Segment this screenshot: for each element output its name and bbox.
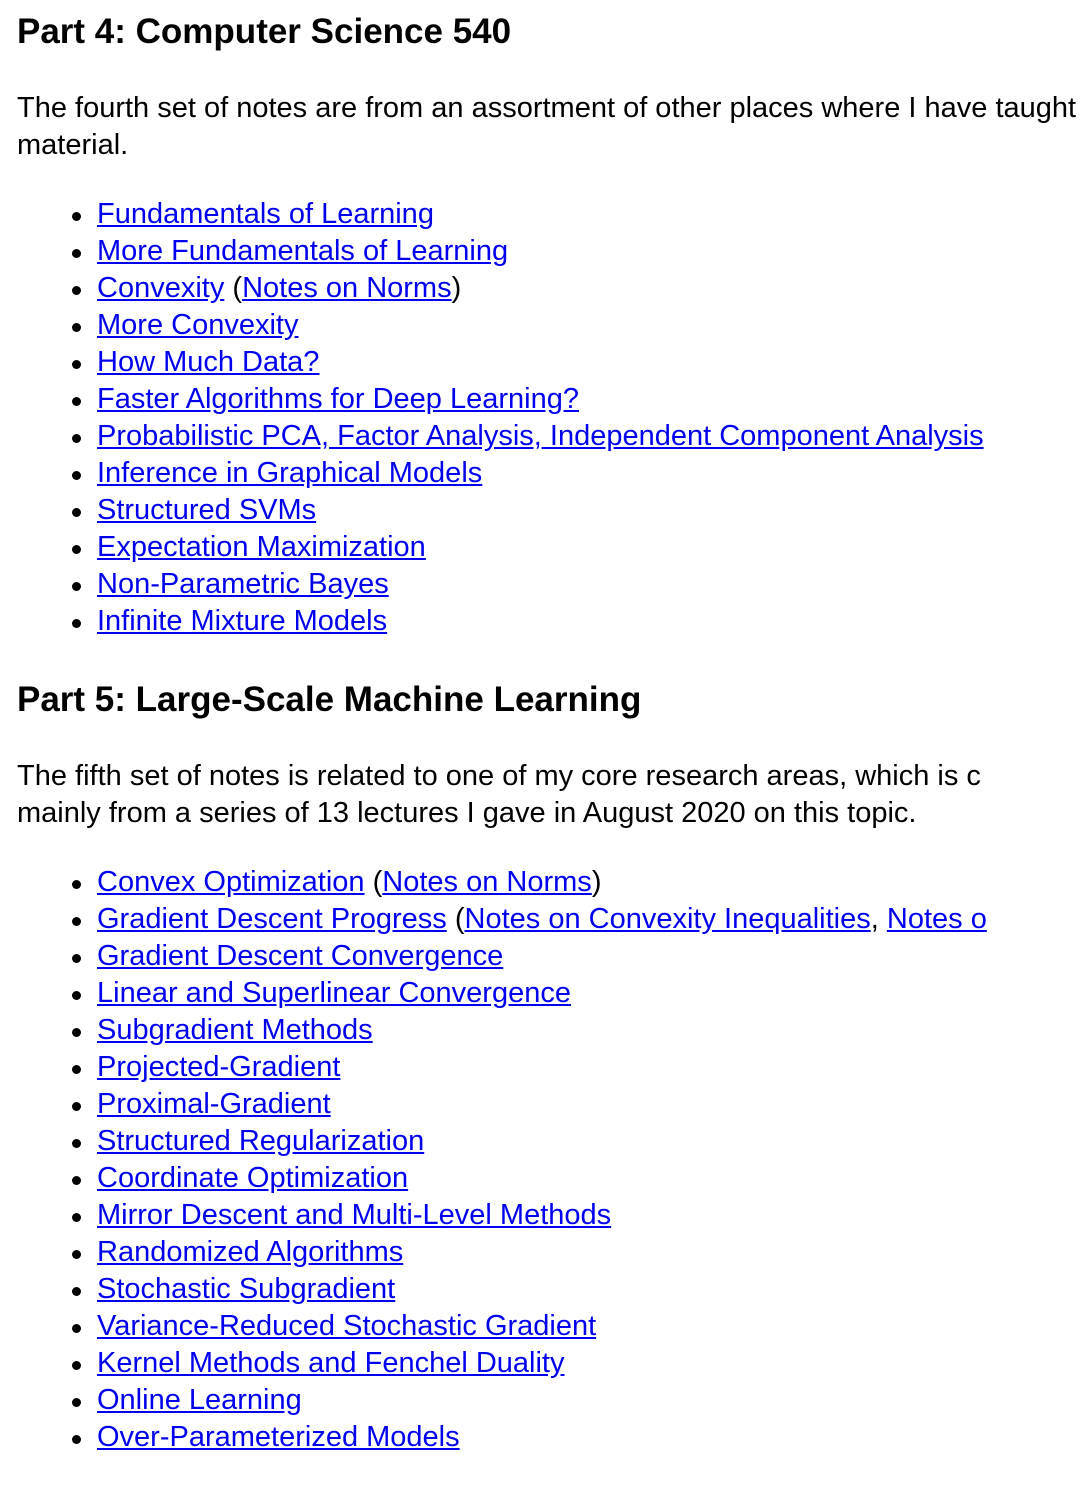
lecture-link[interactable]: Variance-Reduced Stochastic Gradient: [97, 1310, 596, 1342]
list-item: Expectation Maximization: [72, 529, 984, 566]
supplementary-notes-link[interactable]: Notes on Norms: [382, 866, 592, 898]
lecture-link[interactable]: Convexity: [97, 272, 224, 304]
lecture-link[interactable]: Non-Parametric Bayes: [97, 568, 389, 600]
part5-intro: The fifth set of notes is related to one…: [17, 758, 1080, 832]
lecture-link[interactable]: Structured SVMs: [97, 494, 316, 526]
list-item: Infinite Mixture Models: [72, 603, 984, 640]
lecture-link[interactable]: Infinite Mixture Models: [97, 605, 387, 637]
supplementary-notes-link[interactable]: Notes on Norms: [242, 272, 452, 304]
lecture-link[interactable]: Randomized Algorithms: [97, 1236, 403, 1268]
part5-heading: Part 5: Large-Scale Machine Learning: [17, 680, 642, 719]
list-item: How Much Data?: [72, 344, 984, 381]
lecture-link[interactable]: Linear and Superlinear Convergence: [97, 977, 571, 1009]
lecture-link[interactable]: Over-Parameterized Models: [97, 1421, 460, 1453]
lecture-link[interactable]: Inference in Graphical Models: [97, 457, 482, 489]
list-item: Proximal-Gradient: [72, 1086, 987, 1123]
list-item: Online Learning: [72, 1382, 987, 1419]
lecture-link[interactable]: Gradient Descent Convergence: [97, 940, 503, 972]
supplementary-notes-link[interactable]: Notes o: [887, 903, 987, 935]
lecture-link[interactable]: Subgradient Methods: [97, 1014, 373, 1046]
lecture-link[interactable]: Convex Optimization: [97, 866, 365, 898]
list-item: Convexity (Notes on Norms): [72, 270, 984, 307]
part5-notes-list: Convex Optimization (Notes on Norms) Grad…: [17, 864, 987, 1456]
list-item: Convex Optimization (Notes on Norms): [72, 864, 987, 901]
close-paren: ): [451, 272, 462, 304]
list-item: Over-Parameterized Models: [72, 1419, 987, 1456]
part4-notes-list: Fundamentals of Learning More Fundamental…: [17, 196, 984, 640]
lecture-link[interactable]: More Convexity: [97, 309, 298, 341]
lecture-link[interactable]: Probabilistic PCA, Factor Analysis, Inde…: [97, 420, 984, 452]
lecture-link[interactable]: Structured Regularization: [97, 1125, 424, 1157]
lecture-link[interactable]: Coordinate Optimization: [97, 1162, 408, 1194]
lecture-link[interactable]: More Fundamentals of Learning: [97, 235, 508, 267]
list-item: Kernel Methods and Fenchel Duality: [72, 1345, 987, 1382]
list-item: Variance-Reduced Stochastic Gradient: [72, 1308, 987, 1345]
list-item: Gradient Descent Progress (Notes on Conv…: [72, 901, 987, 938]
part5-intro-line2: mainly from a series of 13 lectures I ga…: [17, 797, 917, 829]
list-item: Stochastic Subgradient: [72, 1271, 987, 1308]
list-item: More Convexity: [72, 307, 984, 344]
lecture-link[interactable]: Mirror Descent and Multi-Level Methods: [97, 1199, 611, 1231]
lecture-link[interactable]: Faster Algorithms for Deep Learning?: [97, 383, 579, 415]
list-item: Structured Regularization: [72, 1123, 987, 1160]
list-item: Non-Parametric Bayes: [72, 566, 984, 603]
open-paren: (: [232, 272, 243, 304]
part5-intro-line1: The fifth set of notes is related to one…: [17, 760, 981, 792]
list-item: Coordinate Optimization: [72, 1160, 987, 1197]
list-item: Faster Algorithms for Deep Learning?: [72, 381, 984, 418]
part4-intro-line2: material.: [17, 129, 129, 161]
lecture-link[interactable]: Fundamentals of Learning: [97, 198, 434, 230]
lecture-link[interactable]: Kernel Methods and Fenchel Duality: [97, 1347, 564, 1379]
part4-intro: The fourth set of notes are from an asso…: [17, 90, 1080, 164]
list-item: Structured SVMs: [72, 492, 984, 529]
open-paren: (: [454, 903, 465, 935]
supplementary-notes-link[interactable]: Notes on Convexity Inequalities: [465, 903, 871, 935]
list-item: More Fundamentals of Learning: [72, 233, 984, 270]
list-item: Mirror Descent and Multi-Level Methods: [72, 1197, 987, 1234]
part4-heading: Part 4: Computer Science 540: [17, 12, 512, 51]
list-item: Randomized Algorithms: [72, 1234, 987, 1271]
close-paren: ): [591, 866, 602, 898]
list-item: Projected-Gradient: [72, 1049, 987, 1086]
lecture-link[interactable]: Projected-Gradient: [97, 1051, 340, 1083]
lecture-link[interactable]: Stochastic Subgradient: [97, 1273, 395, 1305]
list-item: Probabilistic PCA, Factor Analysis, Inde…: [72, 418, 984, 455]
lecture-link[interactable]: Online Learning: [97, 1384, 302, 1416]
comma-separator: ,: [870, 903, 887, 935]
part4-intro-line1: The fourth set of notes are from an asso…: [17, 92, 1080, 124]
list-item: Gradient Descent Convergence: [72, 938, 987, 975]
open-paren: (: [372, 866, 383, 898]
list-item: Subgradient Methods: [72, 1012, 987, 1049]
list-item: Inference in Graphical Models: [72, 455, 984, 492]
list-item: Fundamentals of Learning: [72, 196, 984, 233]
lecture-link[interactable]: Proximal-Gradient: [97, 1088, 331, 1120]
lecture-link[interactable]: Gradient Descent Progress: [97, 903, 447, 935]
lecture-link[interactable]: Expectation Maximization: [97, 531, 426, 563]
lecture-link[interactable]: How Much Data?: [97, 346, 319, 378]
list-item: Linear and Superlinear Convergence: [72, 975, 987, 1012]
